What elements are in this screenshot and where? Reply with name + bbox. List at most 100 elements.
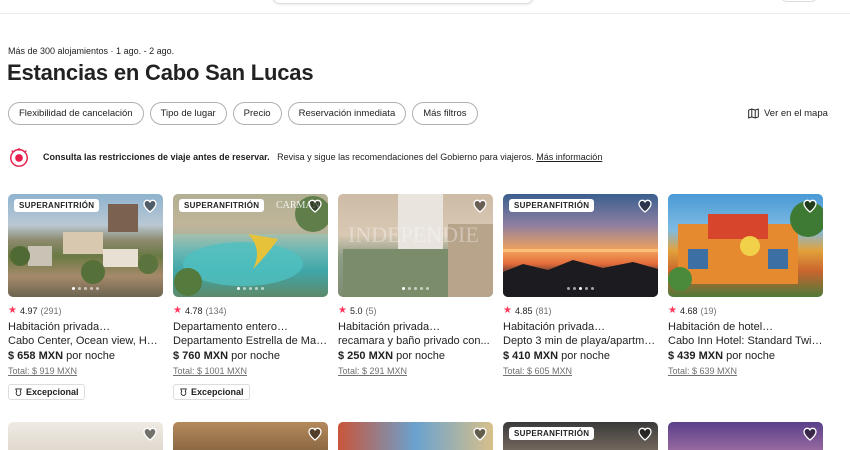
more-info-link[interactable]: Más información	[536, 152, 602, 162]
listing-rating: ★ 5.0 (5)	[338, 305, 493, 316]
listing-photo[interactable]: CARMAN SUPERANFITRIÓN	[173, 194, 328, 297]
review-count: (81)	[535, 305, 552, 316]
filter-place-type-button[interactable]: Tipo de lugar	[149, 102, 227, 125]
heart-icon[interactable]	[637, 198, 653, 214]
listing-photo[interactable]	[668, 194, 823, 297]
travel-alert-icon	[10, 147, 28, 167]
price-unit: por noche	[726, 350, 776, 362]
listing-photo[interactable]	[668, 422, 823, 450]
listing-rating: ★ 4.97 (291)	[8, 305, 163, 316]
listing-photo[interactable]	[173, 422, 328, 450]
listing-type: Habitación privada…	[338, 321, 441, 333]
listing-photo[interactable]: SUPERANFITRIÓN	[503, 422, 658, 450]
listing-name[interactable]: recamara y baño privado con...	[338, 335, 493, 347]
rating-value: 4.78	[184, 305, 203, 316]
notice-body-text: Revisa y sigue las recomendaciones del G…	[277, 152, 534, 162]
page-title: Estancias en Cabo San Lucas	[7, 60, 314, 85]
review-count: (19)	[700, 305, 717, 316]
listing-price: $ 658 MXN por noche	[8, 350, 163, 362]
star-icon: ★	[668, 305, 677, 316]
listing-grid-row-2: SUPERANFITRIÓN	[8, 422, 823, 450]
heart-icon[interactable]	[307, 426, 323, 442]
heart-icon[interactable]	[142, 426, 158, 442]
listing-type: Habitación privada…	[503, 321, 606, 333]
heart-icon[interactable]	[802, 426, 818, 442]
listing-name[interactable]: Cabo Center, Ocean view, Huge	[8, 335, 163, 347]
listing-card[interactable]: SUPERANFITRIÓN ★ 4.97 (291) Habitación p…	[8, 194, 163, 402]
exceptional-badge: Excepcional	[173, 384, 250, 400]
heart-icon[interactable]	[142, 198, 158, 214]
more-filters-button[interactable]: Más filtros	[412, 102, 478, 125]
listing-total[interactable]: Total: $ 291 MXN	[338, 366, 493, 376]
listing-type: Habitación privada…	[8, 321, 111, 333]
medal-icon	[15, 387, 22, 396]
results-meta: Más de 300 alojamientos · 1 ago. - 2 ago…	[8, 46, 175, 56]
filter-cancellation-button[interactable]: Flexibilidad de cancelación	[8, 102, 144, 125]
listing-name[interactable]: Cabo Inn Hotel: Standard Twin...	[668, 335, 823, 347]
top-navigation-bar	[0, 0, 850, 14]
exceptional-label: Excepcional	[26, 387, 79, 397]
heart-icon[interactable]	[802, 198, 818, 214]
listing-photo[interactable]: INDEPENDIE	[338, 194, 493, 297]
travel-restrictions-notice: Consulta las restricciones de viaje ante…	[8, 146, 602, 168]
superhost-badge: SUPERANFITRIÓN	[509, 427, 595, 440]
listing-rating: ★ 4.68 (19)	[668, 305, 823, 316]
map-link-label: Ver en el mapa	[764, 108, 828, 119]
filter-bar: Flexibilidad de cancelación Tipo de luga…	[8, 102, 478, 125]
listing-card[interactable]: CARMAN SUPERANFITRIÓN ★ 4.78 (134) Depar…	[173, 194, 328, 402]
rating-value: 4.68	[679, 305, 698, 316]
price-amount: $ 658 MXN	[8, 350, 64, 362]
price-amount: $ 410 MXN	[503, 350, 559, 362]
star-icon: ★	[338, 305, 347, 316]
listing-total[interactable]: Total: $ 1001 MXN	[173, 366, 328, 376]
review-count: (291)	[40, 305, 62, 316]
listing-type: Departamento entero…	[173, 321, 288, 333]
superhost-badge: SUPERANFITRIÓN	[509, 199, 595, 212]
price-unit: por noche	[231, 350, 281, 362]
heart-icon[interactable]	[472, 198, 488, 214]
rating-value: 5.0	[349, 305, 363, 316]
listing-total[interactable]: Total: $ 639 MXN	[668, 366, 823, 376]
notice-bold-text: Consulta las restricciones de viaje ante…	[43, 152, 270, 162]
listing-total[interactable]: Total: $ 919 MXN	[8, 366, 163, 376]
superhost-badge: SUPERANFITRIÓN	[14, 199, 100, 212]
photo-scene	[668, 201, 823, 291]
filter-instant-book-button[interactable]: Reservación inmediata	[287, 102, 407, 125]
listing-card[interactable]: SUPERANFITRIÓN ★ 4.85 (81) Habitación pr…	[503, 194, 658, 402]
listing-price: $ 760 MXN por noche	[173, 350, 328, 362]
review-count: (5)	[365, 305, 377, 316]
listing-price: $ 410 MXN por noche	[503, 350, 658, 362]
listing-photo[interactable]: SUPERANFITRIÓN	[503, 194, 658, 297]
listing-name[interactable]: Depto 3 min de playa/apartment...	[503, 335, 658, 347]
price-unit: por noche	[561, 350, 611, 362]
listing-card[interactable]: INDEPENDIE ★ 5.0 (5) Habitación privada……	[338, 194, 493, 402]
star-icon: ★	[8, 305, 17, 316]
show-map-link[interactable]: Ver en el mapa	[748, 108, 828, 119]
listing-card[interactable]: ★ 4.68 (19) Habitación de hotel… Cabo In…	[668, 194, 823, 402]
price-amount: $ 760 MXN	[173, 350, 229, 362]
listing-price: $ 439 MXN por noche	[668, 350, 823, 362]
listing-rating: ★ 4.78 (134)	[173, 305, 328, 316]
user-menu-button[interactable]	[780, 0, 818, 2]
heart-icon[interactable]	[637, 426, 653, 442]
price-amount: $ 439 MXN	[668, 350, 724, 362]
heart-icon[interactable]	[307, 198, 323, 214]
filter-price-button[interactable]: Precio	[232, 102, 282, 125]
listing-photo[interactable]: SUPERANFITRIÓN	[8, 194, 163, 297]
heart-icon[interactable]	[472, 426, 488, 442]
carousel-dots	[503, 287, 658, 290]
listing-photo[interactable]	[8, 422, 163, 450]
map-icon	[748, 108, 759, 119]
listing-name[interactable]: Departamento Estrella de Mar, ...	[173, 335, 328, 347]
listing-total[interactable]: Total: $ 605 MXN	[503, 366, 658, 376]
watermark-text: INDEPENDIE	[348, 222, 479, 247]
star-icon: ★	[503, 305, 512, 316]
photo-scene: INDEPENDIE	[343, 194, 493, 297]
review-count: (134)	[205, 305, 227, 316]
price-unit: por noche	[66, 350, 116, 362]
search-bar[interactable]	[272, 0, 534, 4]
price-unit: por noche	[396, 350, 446, 362]
superhost-badge: SUPERANFITRIÓN	[179, 199, 265, 212]
exceptional-label: Excepcional	[191, 387, 244, 397]
listing-photo[interactable]	[338, 422, 493, 450]
